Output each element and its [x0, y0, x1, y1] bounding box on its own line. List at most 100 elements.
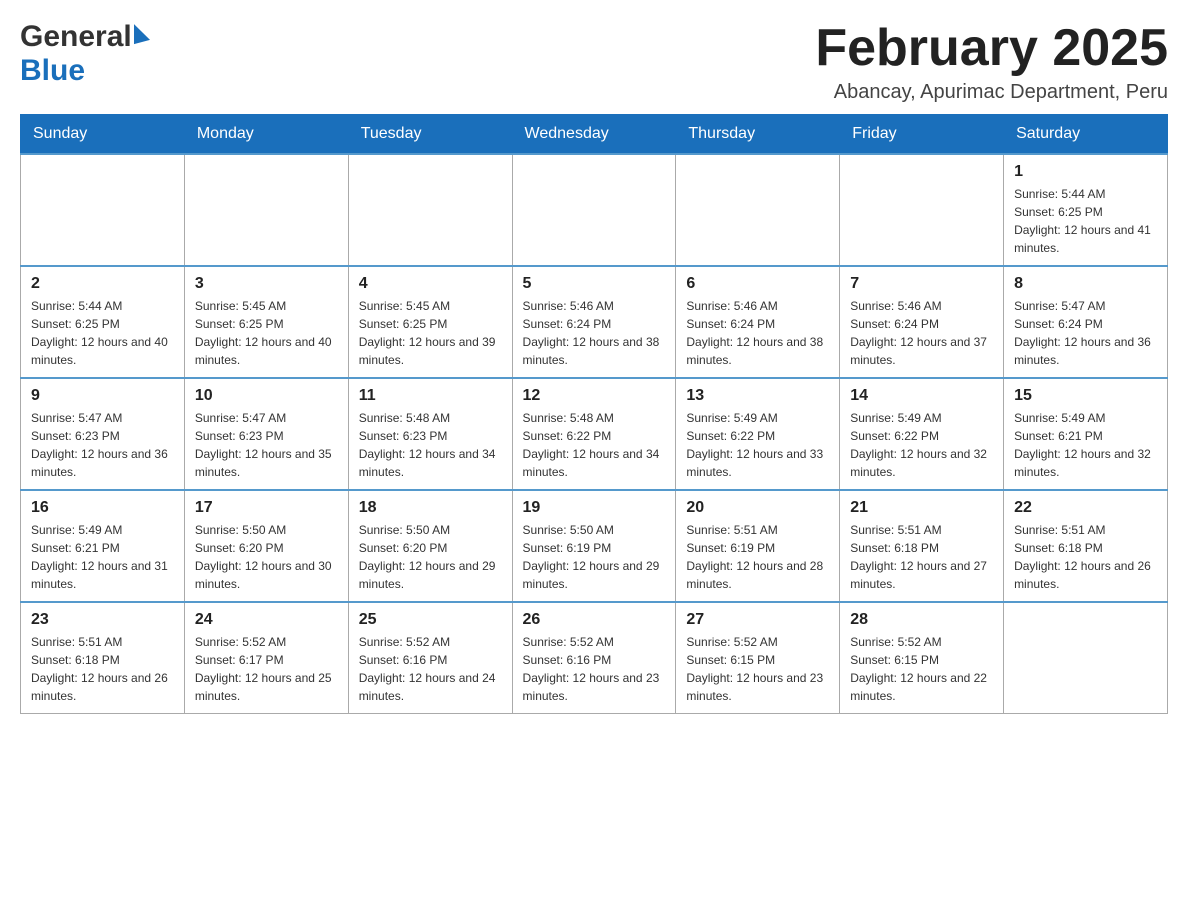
calendar-week-row: 1 Sunrise: 5:44 AM Sunset: 6:25 PM Daylig… — [21, 154, 1168, 266]
calendar-cell: 20 Sunrise: 5:51 AM Sunset: 6:19 PM Dayli… — [676, 490, 840, 602]
day-info: Sunrise: 5:48 AM Sunset: 6:23 PM Dayligh… — [359, 409, 502, 481]
calendar-cell — [840, 154, 1004, 266]
calendar-cell: 1 Sunrise: 5:44 AM Sunset: 6:25 PM Daylig… — [1004, 154, 1168, 266]
calendar-cell — [1004, 602, 1168, 714]
day-number: 5 — [523, 275, 666, 293]
day-number: 15 — [1014, 387, 1157, 405]
day-info: Sunrise: 5:50 AM Sunset: 6:19 PM Dayligh… — [523, 521, 666, 593]
calendar-week-row: 2Sunrise: 5:44 AM Sunset: 6:25 PM Daylig… — [21, 266, 1168, 378]
day-number: 9 — [31, 387, 174, 405]
column-header-monday: Monday — [184, 115, 348, 155]
day-number: 3 — [195, 275, 338, 293]
column-header-thursday: Thursday — [676, 115, 840, 155]
day-number: 18 — [359, 499, 502, 517]
column-header-friday: Friday — [840, 115, 1004, 155]
day-info: Sunrise: 5:51 AM Sunset: 6:18 PM Dayligh… — [31, 633, 174, 705]
day-info: Sunrise: 5:51 AM Sunset: 6:19 PM Dayligh… — [686, 521, 829, 593]
day-number: 16 — [31, 499, 174, 517]
day-info: Sunrise: 5:52 AM Sunset: 6:17 PM Dayligh… — [195, 633, 338, 705]
calendar-cell: 13 Sunrise: 5:49 AM Sunset: 6:22 PM Dayli… — [676, 378, 840, 490]
day-number: 13 — [686, 387, 829, 405]
calendar-cell: 15 Sunrise: 5:49 AM Sunset: 6:21 PM Dayli… — [1004, 378, 1168, 490]
day-number: 28 — [850, 611, 993, 629]
day-info: Sunrise: 5:52 AM Sunset: 6:16 PM Dayligh… — [523, 633, 666, 705]
calendar-table: SundayMondayTuesdayWednesdayThursdayFrid… — [20, 114, 1168, 714]
day-info: Sunrise: 5:52 AM Sunset: 6:15 PM Dayligh… — [850, 633, 993, 705]
logo: General Blue — [20, 20, 150, 88]
day-number: 22 — [1014, 499, 1157, 517]
calendar-cell: 26 Sunrise: 5:52 AM Sunset: 6:16 PM Dayli… — [512, 602, 676, 714]
day-number: 21 — [850, 499, 993, 517]
title-section: February 2025 Abancay, Apurimac Departme… — [815, 20, 1168, 104]
day-number: 12 — [523, 387, 666, 405]
calendar-cell: 21 Sunrise: 5:51 AM Sunset: 6:18 PM Dayli… — [840, 490, 1004, 602]
day-number: 10 — [195, 387, 338, 405]
logo-general-text: General — [20, 20, 132, 54]
calendar-cell: 16 Sunrise: 5:49 AM Sunset: 6:21 PM Dayli… — [21, 490, 185, 602]
calendar-cell: 6 Sunrise: 5:46 AM Sunset: 6:24 PM Daylig… — [676, 266, 840, 378]
day-number: 23 — [31, 611, 174, 629]
calendar-week-row: 9 Sunrise: 5:47 AM Sunset: 6:23 PM Daylig… — [21, 378, 1168, 490]
day-number: 4 — [359, 275, 502, 293]
logo-blue-text: Blue — [20, 54, 85, 87]
calendar-cell: 25 Sunrise: 5:52 AM Sunset: 6:16 PM Dayli… — [348, 602, 512, 714]
calendar-cell: 11 Sunrise: 5:48 AM Sunset: 6:23 PM Dayli… — [348, 378, 512, 490]
day-info: Sunrise: 5:44 AM Sunset: 6:25 PM Dayligh… — [31, 297, 174, 369]
calendar-cell — [676, 154, 840, 266]
day-info: Sunrise: 5:48 AM Sunset: 6:22 PM Dayligh… — [523, 409, 666, 481]
calendar-week-row: 16 Sunrise: 5:49 AM Sunset: 6:21 PM Dayli… — [21, 490, 1168, 602]
day-number: 17 — [195, 499, 338, 517]
calendar-cell: 23 Sunrise: 5:51 AM Sunset: 6:18 PM Dayli… — [21, 602, 185, 714]
location-title: Abancay, Apurimac Department, Peru — [815, 81, 1168, 104]
day-info: Sunrise: 5:49 AM Sunset: 6:21 PM Dayligh… — [31, 521, 174, 593]
day-number: 14 — [850, 387, 993, 405]
calendar-cell: 14 Sunrise: 5:49 AM Sunset: 6:22 PM Dayli… — [840, 378, 1004, 490]
day-info: Sunrise: 5:51 AM Sunset: 6:18 PM Dayligh… — [850, 521, 993, 593]
day-info: Sunrise: 5:49 AM Sunset: 6:22 PM Dayligh… — [686, 409, 829, 481]
day-number: 19 — [523, 499, 666, 517]
day-info: Sunrise: 5:51 AM Sunset: 6:18 PM Dayligh… — [1014, 521, 1157, 593]
calendar-cell — [348, 154, 512, 266]
page-header: General Blue February 2025 Abancay, Apur… — [20, 20, 1168, 104]
calendar-cell — [512, 154, 676, 266]
day-number: 6 — [686, 275, 829, 293]
day-number: 24 — [195, 611, 338, 629]
day-info: Sunrise: 5:45 AM Sunset: 6:25 PM Dayligh… — [359, 297, 502, 369]
day-number: 7 — [850, 275, 993, 293]
calendar-cell: 2Sunrise: 5:44 AM Sunset: 6:25 PM Daylig… — [21, 266, 185, 378]
calendar-cell: 10Sunrise: 5:47 AM Sunset: 6:23 PM Dayli… — [184, 378, 348, 490]
calendar-cell: 9 Sunrise: 5:47 AM Sunset: 6:23 PM Daylig… — [21, 378, 185, 490]
calendar-cell: 24 Sunrise: 5:52 AM Sunset: 6:17 PM Dayli… — [184, 602, 348, 714]
calendar-cell: 3 Sunrise: 5:45 AM Sunset: 6:25 PM Daylig… — [184, 266, 348, 378]
column-header-sunday: Sunday — [21, 115, 185, 155]
day-info: Sunrise: 5:46 AM Sunset: 6:24 PM Dayligh… — [850, 297, 993, 369]
day-number: 26 — [523, 611, 666, 629]
day-number: 27 — [686, 611, 829, 629]
calendar-cell — [21, 154, 185, 266]
calendar-cell: 5Sunrise: 5:46 AM Sunset: 6:24 PM Daylig… — [512, 266, 676, 378]
day-number: 11 — [359, 387, 502, 405]
day-info: Sunrise: 5:49 AM Sunset: 6:22 PM Dayligh… — [850, 409, 993, 481]
calendar-cell: 27Sunrise: 5:52 AM Sunset: 6:15 PM Dayli… — [676, 602, 840, 714]
calendar-cell — [184, 154, 348, 266]
day-number: 8 — [1014, 275, 1157, 293]
day-info: Sunrise: 5:50 AM Sunset: 6:20 PM Dayligh… — [359, 521, 502, 593]
day-number: 20 — [686, 499, 829, 517]
day-number: 1 — [1014, 163, 1157, 181]
calendar-cell: 8 Sunrise: 5:47 AM Sunset: 6:24 PM Daylig… — [1004, 266, 1168, 378]
calendar-cell: 19 Sunrise: 5:50 AM Sunset: 6:19 PM Dayli… — [512, 490, 676, 602]
calendar-cell: 22 Sunrise: 5:51 AM Sunset: 6:18 PM Dayli… — [1004, 490, 1168, 602]
day-info: Sunrise: 5:52 AM Sunset: 6:16 PM Dayligh… — [359, 633, 502, 705]
day-info: Sunrise: 5:46 AM Sunset: 6:24 PM Dayligh… — [686, 297, 829, 369]
day-info: Sunrise: 5:50 AM Sunset: 6:20 PM Dayligh… — [195, 521, 338, 593]
day-info: Sunrise: 5:47 AM Sunset: 6:23 PM Dayligh… — [31, 409, 174, 481]
day-info: Sunrise: 5:47 AM Sunset: 6:24 PM Dayligh… — [1014, 297, 1157, 369]
day-info: Sunrise: 5:44 AM Sunset: 6:25 PM Dayligh… — [1014, 185, 1157, 257]
day-info: Sunrise: 5:45 AM Sunset: 6:25 PM Dayligh… — [195, 297, 338, 369]
calendar-week-row: 23 Sunrise: 5:51 AM Sunset: 6:18 PM Dayli… — [21, 602, 1168, 714]
logo-arrow-icon — [134, 24, 150, 50]
day-info: Sunrise: 5:49 AM Sunset: 6:21 PM Dayligh… — [1014, 409, 1157, 481]
day-number: 25 — [359, 611, 502, 629]
column-header-saturday: Saturday — [1004, 115, 1168, 155]
calendar-header-row: SundayMondayTuesdayWednesdayThursdayFrid… — [21, 115, 1168, 155]
